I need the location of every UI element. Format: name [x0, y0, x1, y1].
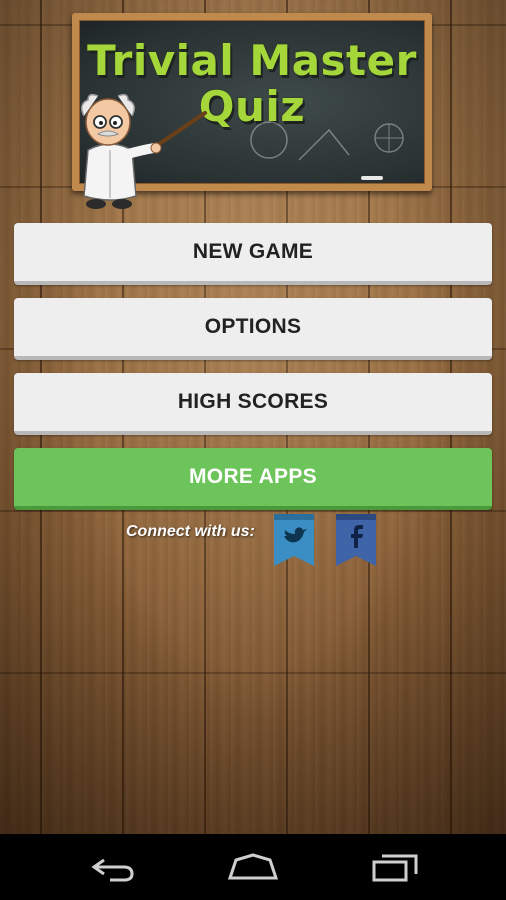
more-apps-label: MORE APPS [189, 465, 317, 488]
app-title-line1: Trivial Master [87, 36, 417, 85]
connect-label: Connect with us: [126, 523, 255, 540]
new-game-button[interactable]: NEW GAME [14, 223, 492, 285]
twitter-icon[interactable] [274, 514, 314, 566]
chalk-stick [361, 176, 383, 180]
new-game-label: NEW GAME [192, 240, 314, 263]
facebook-icon[interactable] [336, 514, 376, 566]
options-button[interactable]: OPTIONS [14, 298, 492, 360]
professor-mascot-icon [81, 93, 207, 209]
home-icon[interactable] [226, 852, 280, 882]
recents-icon[interactable] [370, 852, 420, 882]
main-menu: NEW GAME OPTIONS HIGH SCORES MORE APPS [14, 223, 492, 523]
high-scores-label: HIGH SCORES [177, 390, 329, 413]
chalk-doodles-icon [250, 121, 404, 161]
high-scores-button[interactable]: HIGH SCORES [14, 373, 492, 435]
back-icon[interactable] [88, 852, 138, 882]
navigation-bar [0, 834, 506, 900]
options-label: OPTIONS [204, 315, 302, 338]
more-apps-button[interactable]: MORE APPS [14, 448, 492, 510]
